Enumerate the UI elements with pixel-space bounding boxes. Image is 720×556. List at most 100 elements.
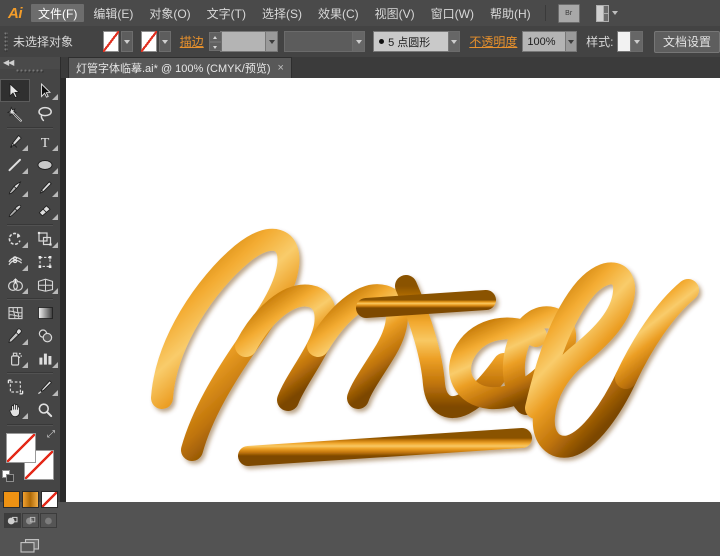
swap-fill-stroke-icon[interactable]: ⤢ <box>47 430 55 440</box>
tool-blend[interactable] <box>30 324 60 347</box>
tool-magic-wand[interactable] <box>0 102 30 125</box>
tool-type[interactable]: T <box>30 130 60 153</box>
menu-item-file[interactable]: 文件(F) <box>31 4 84 22</box>
app-logo: Ai <box>0 0 30 26</box>
tools-panel-grip[interactable] <box>16 69 44 79</box>
tool-width[interactable] <box>0 250 30 273</box>
rotate-icon <box>7 231 23 247</box>
pen-nib-icon <box>7 134 23 150</box>
menu-item-edit[interactable]: 编辑(E) <box>86 4 140 22</box>
change-screen-mode-button[interactable] <box>17 536 43 556</box>
tool-zoom[interactable] <box>30 398 60 421</box>
screen-mode-row <box>0 536 60 556</box>
opacity-label[interactable]: 不透明度 <box>469 33 517 50</box>
tool-eraser[interactable] <box>30 199 60 222</box>
tool-shape-builder[interactable] <box>0 273 30 296</box>
stroke-dropdown[interactable] <box>159 31 171 52</box>
scale-icon <box>37 231 53 247</box>
close-icon[interactable]: × <box>278 63 284 74</box>
menu-separator <box>545 5 546 21</box>
collapse-panel-icon[interactable]: ◀◀ <box>3 59 13 67</box>
menu-item-select[interactable]: 选择(S) <box>255 4 309 22</box>
none-swatch-button[interactable] <box>41 491 58 508</box>
default-fill-stroke-icon[interactable] <box>2 470 14 482</box>
tool-selection[interactable] <box>0 79 30 102</box>
fill-color-box[interactable] <box>6 433 36 463</box>
lasso-icon <box>37 106 53 122</box>
gradient-swatch-button[interactable] <box>22 491 39 508</box>
arrange-documents-button[interactable] <box>596 5 618 22</box>
tool-hand[interactable] <box>0 398 30 421</box>
stroke-weight-dropdown[interactable] <box>266 31 278 52</box>
draw-mode-row <box>0 513 60 528</box>
arrange-grid-icon <box>596 5 609 22</box>
menu-item-effect[interactable]: 效果(C) <box>311 4 366 22</box>
tool-direct-selection[interactable] <box>30 79 60 102</box>
tool-divider-3 <box>7 298 53 299</box>
menu-item-view[interactable]: 视图(V) <box>368 4 422 22</box>
tool-scale[interactable] <box>30 227 60 250</box>
document-setup-button[interactable]: 文档设置 <box>654 31 720 53</box>
tool-perspective-grid[interactable] <box>30 273 60 296</box>
blob-brush-icon <box>7 203 23 219</box>
tool-line-segment[interactable] <box>0 153 30 176</box>
menu-item-window[interactable]: 窗口(W) <box>424 4 481 22</box>
tool-slice[interactable] <box>30 375 60 398</box>
stroke-weight-stepper[interactable] <box>209 32 220 51</box>
document-tab-bar: 灯管字体临摹.ai* @ 100% (CMYK/预览) × <box>60 57 720 79</box>
graphic-style-swatch[interactable] <box>617 31 631 52</box>
stroke-style-dropdown[interactable] <box>353 31 365 52</box>
fill-stroke-controls: ⤢ <box>0 428 60 488</box>
draw-behind-button[interactable] <box>22 513 39 528</box>
tool-pencil[interactable] <box>30 176 60 199</box>
stroke-link-label[interactable]: 描边 <box>180 33 204 50</box>
paintbrush-icon <box>7 180 23 196</box>
bridge-icon[interactable]: Br <box>558 4 580 23</box>
hand-icon <box>7 402 23 418</box>
stroke-swatch[interactable] <box>141 31 157 52</box>
tool-gradient[interactable] <box>30 301 60 324</box>
document-tab[interactable]: 灯管字体临摹.ai* @ 100% (CMYK/预览) × <box>68 57 292 78</box>
tool-rotate[interactable] <box>0 227 30 250</box>
tools-panel-header[interactable]: ◀◀ <box>0 57 60 69</box>
tool-symbol-sprayer[interactable] <box>0 347 30 370</box>
stroke-weight-input[interactable] <box>220 31 266 52</box>
width-icon <box>7 254 24 270</box>
tool-paintbrush[interactable] <box>0 176 30 199</box>
menu-item-object[interactable]: 对象(O) <box>142 4 197 22</box>
control-bar-grip[interactable] <box>4 32 8 52</box>
stroke-style-input[interactable] <box>284 31 354 52</box>
tool-ellipse[interactable] <box>30 153 60 176</box>
column-graph-icon <box>37 351 54 366</box>
tool-eyedropper[interactable] <box>0 324 30 347</box>
tool-pen[interactable] <box>0 130 30 153</box>
profile-dot-icon <box>379 39 384 44</box>
tools-grid: T <box>0 79 60 421</box>
draw-inside-button[interactable] <box>40 513 57 528</box>
tool-blob-brush[interactable] <box>0 199 30 222</box>
draw-normal-button[interactable] <box>4 513 21 528</box>
draw-normal-icon <box>7 516 18 526</box>
artwork-inter-lettering[interactable] <box>66 78 720 502</box>
tool-mesh[interactable] <box>0 301 30 324</box>
opacity-dropdown[interactable] <box>566 31 578 52</box>
tool-column-graph[interactable] <box>30 347 60 370</box>
tool-divider-5 <box>7 424 53 425</box>
artboard[interactable] <box>66 78 720 502</box>
tool-divider-2 <box>7 224 53 225</box>
canvas-area[interactable] <box>60 78 720 502</box>
stroke-profile-select[interactable]: 5 点圆形 <box>373 31 449 52</box>
tool-artboard[interactable] <box>0 375 30 398</box>
graphic-style-dropdown[interactable] <box>631 31 643 52</box>
menu-item-type[interactable]: 文字(T) <box>200 4 253 22</box>
fill-dropdown[interactable] <box>121 31 133 52</box>
fill-swatch[interactable] <box>103 31 119 52</box>
tool-free-transform[interactable] <box>30 250 60 273</box>
slice-knife-icon <box>37 379 53 395</box>
color-swatch-button[interactable] <box>3 491 20 508</box>
stroke-profile-dropdown[interactable] <box>449 31 461 52</box>
opacity-input[interactable]: 100% <box>522 31 565 52</box>
menu-item-help[interactable]: 帮助(H) <box>483 4 538 22</box>
tool-lasso[interactable] <box>30 102 60 125</box>
draw-behind-icon <box>25 516 36 526</box>
